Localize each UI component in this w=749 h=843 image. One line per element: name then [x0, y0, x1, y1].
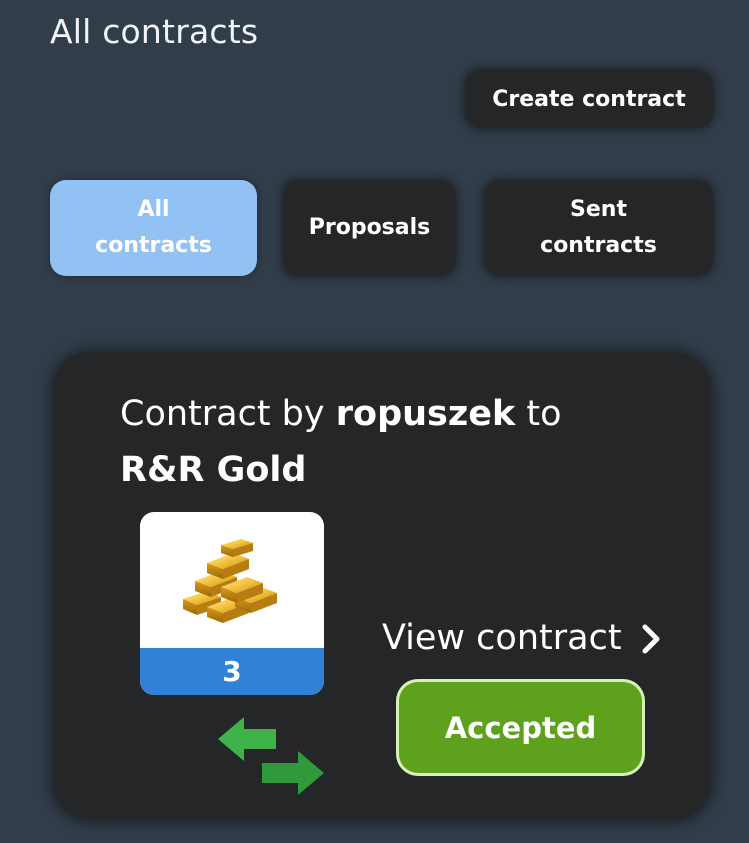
contract-item-tile: 3: [140, 512, 324, 695]
view-contract-link[interactable]: View contract: [382, 618, 662, 658]
tab-label: Proposals: [308, 215, 431, 240]
contract-author: ropuszek: [335, 394, 516, 434]
contracts-page: All contracts Create contract All contra…: [0, 0, 749, 843]
gold-bars-icon: [140, 512, 324, 648]
contract-recipient: R&R Gold: [120, 450, 307, 490]
item-quantity: 3: [140, 648, 324, 695]
swap-arrows-icon: [218, 713, 328, 795]
tab-label: All contracts: [95, 197, 212, 258]
status-label: Accepted: [399, 682, 642, 773]
tab-sent-contracts[interactable]: Sent contracts: [484, 180, 713, 276]
view-contract-label: View contract: [382, 618, 622, 658]
tab-proposals[interactable]: Proposals: [283, 180, 456, 276]
chevron-right-icon: [640, 623, 662, 654]
tab-all-contracts[interactable]: All contracts: [50, 180, 257, 276]
page-title: All contracts: [50, 12, 259, 51]
contract-heading: Contract by ropuszek to R&R Gold: [120, 394, 562, 490]
tab-label: Sent contracts: [540, 197, 657, 258]
create-contract-button[interactable]: Create contract: [465, 70, 713, 128]
status-badge: Accepted: [396, 679, 645, 776]
